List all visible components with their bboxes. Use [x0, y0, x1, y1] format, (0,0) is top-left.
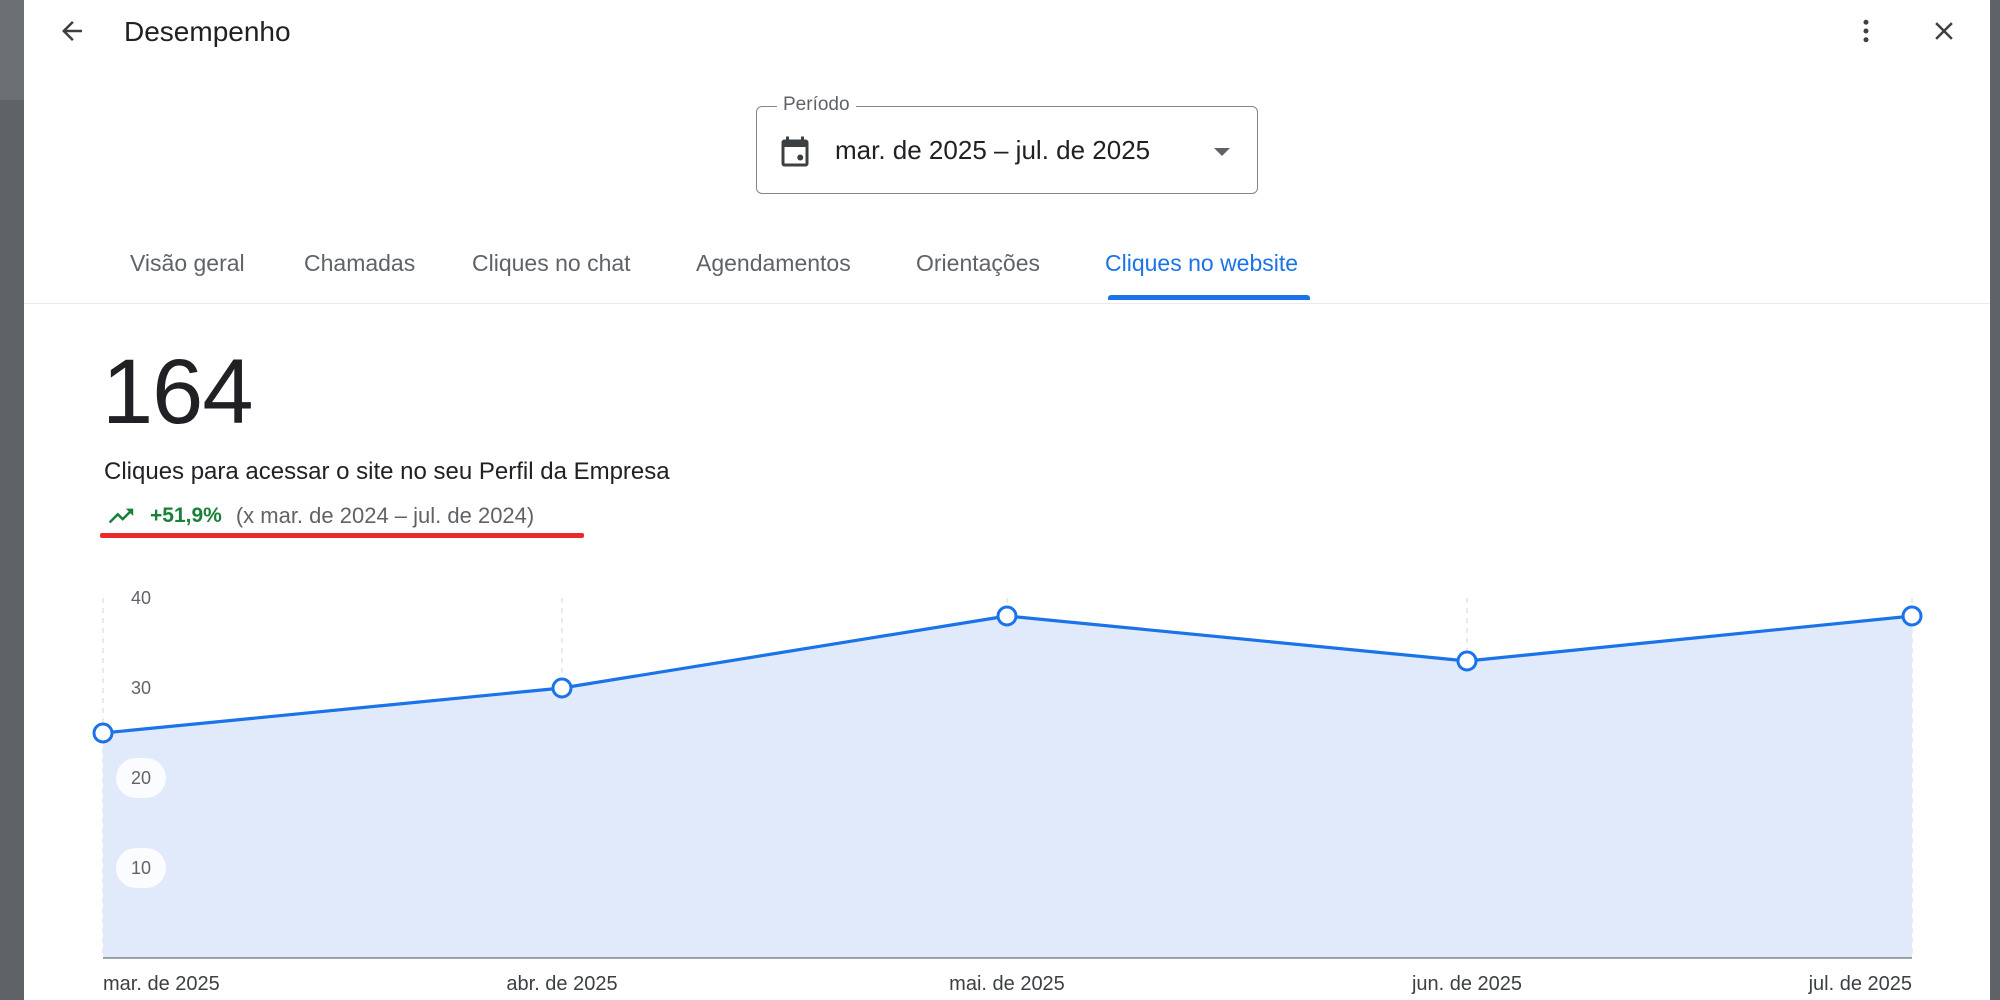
performance-panel: Desempenho Período mar. de 2025 – jul. d… [24, 0, 1990, 1000]
y-tick-label-1: 30 [131, 678, 151, 698]
backdrop-right [1990, 0, 2000, 1000]
x-tick-label-0: mar. de 2025 [103, 973, 220, 995]
data-point-3 [1456, 650, 1478, 672]
data-point-0 [92, 722, 114, 744]
y-tick-label-3: 10 [131, 858, 151, 878]
x-tick-label-2: mai. de 2025 [949, 973, 1065, 995]
clicks-area-chart: 40 30 20 10 mar. de 2025 abr. de 2025 mai. de … [92, 578, 1923, 995]
data-point-4 [1901, 605, 1923, 627]
y-tick-label-0: 40 [131, 588, 151, 608]
series-area [103, 616, 1912, 958]
data-point-2 [996, 605, 1018, 627]
backdrop-left [0, 0, 24, 1000]
x-tick-label-3: jun. de 2025 [1411, 973, 1522, 995]
x-tick-label-1: abr. de 2025 [506, 973, 617, 995]
data-point-1 [551, 677, 573, 699]
y-tick-label-2: 20 [131, 768, 151, 788]
x-tick-label-4: jul. de 2025 [1808, 973, 1912, 995]
